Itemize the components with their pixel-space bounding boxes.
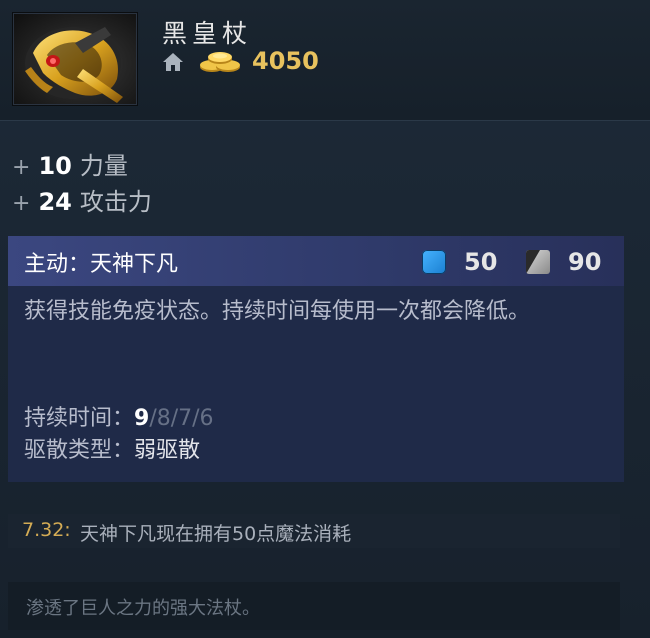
stat-label: 力量 — [79, 152, 128, 180]
gold-coins-icon — [200, 52, 240, 72]
lore-box: 渗透了巨人之力的强大法杖。 — [8, 582, 620, 630]
patch-text: 天神下凡现在拥有50点魔法消耗 — [80, 523, 352, 545]
dispel-label: 驱散类型： — [24, 438, 135, 463]
dispel-value: 弱驱散 — [134, 438, 201, 463]
ability-description: 获得技能免疫状态。持续时间每使用一次都会降低。 — [24, 299, 531, 324]
stat-value: 10 — [38, 152, 72, 180]
ability-header: 主动：天神下凡 50 90 — [8, 236, 624, 286]
stat-damage: +24 攻击力 — [12, 182, 152, 217]
item-name: 黑皇杖 — [162, 19, 253, 48]
mana-cost: 50 — [464, 248, 498, 276]
mana-icon — [422, 250, 446, 274]
ability-title: 主动：天神下凡 — [24, 252, 179, 277]
stat-plus: + — [12, 191, 31, 216]
item-tooltip: 黑皇杖 4050 +10 力量 +24 攻击力 主动：天神下凡 50 90 获得技能… — [0, 0, 650, 638]
home-icon — [163, 53, 183, 71]
cooldown-icon — [526, 250, 550, 274]
black-king-bar-image — [25, 27, 123, 103]
item-cost: 4050 — [252, 47, 319, 75]
patch-note: 7.32: 天神下凡现在拥有50点魔法消耗 — [8, 514, 620, 548]
cooldown-value: 90 — [568, 248, 602, 276]
stat-plus: + — [12, 155, 31, 180]
item-icon — [12, 12, 138, 106]
duration-line: 持续时间：9/8/7/6 — [24, 400, 214, 432]
dispel-line: 驱散类型：弱驱散 — [24, 432, 200, 464]
patch-version: 7.32: — [22, 519, 71, 541]
stat-strength: +10 力量 — [12, 146, 128, 181]
duration-label: 持续时间： — [24, 406, 135, 431]
ability-panel: 主动：天神下凡 50 90 获得技能免疫状态。持续时间每使用一次都会降低。 持续… — [8, 236, 624, 482]
stat-value: 24 — [38, 188, 72, 216]
duration-current: 9 — [134, 406, 150, 431]
stat-label: 攻击力 — [79, 188, 152, 216]
duration-rest: /8/7/6 — [149, 406, 214, 431]
lore-text: 渗透了巨人之力的强大法杖。 — [26, 598, 260, 619]
tooltip-header: 黑皇杖 4050 — [0, 0, 650, 121]
